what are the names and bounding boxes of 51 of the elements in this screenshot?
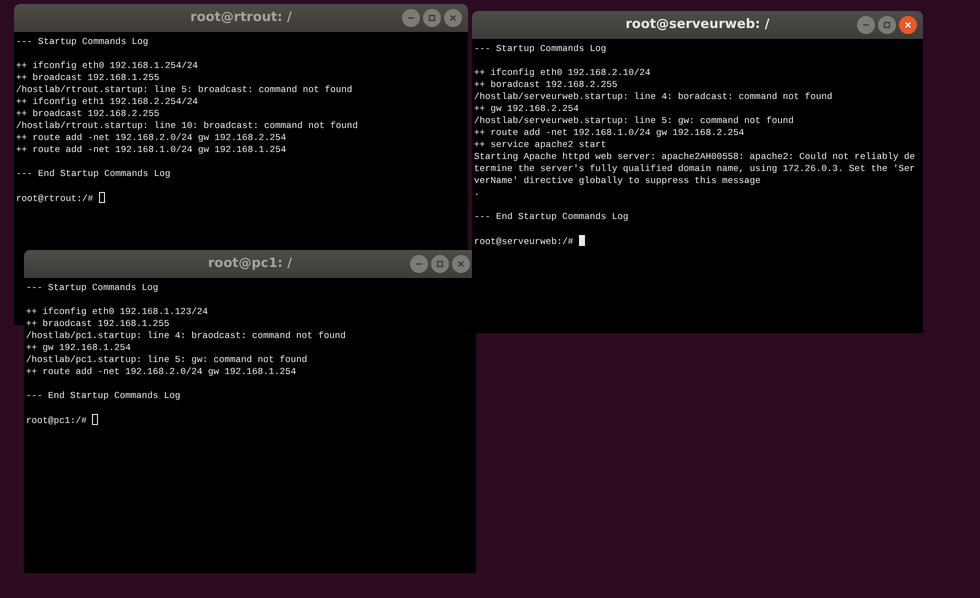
terminal-line: ++ gw 192.168.1.254	[26, 342, 132, 354]
terminal-line: /hostlab/serveurweb.startup: line 4: boradcast: command not found	[474, 91, 834, 103]
title-bar[interactable]: root@serveurweb: /	[472, 11, 923, 39]
terminal-line: ++ broadcast 192.168.1.255	[16, 72, 160, 84]
shell-prompt: root@rtrout:/#	[16, 193, 94, 204]
window-title: root@rtrout: /	[190, 9, 292, 28]
window-title: root@pc1: /	[208, 255, 292, 274]
terminal-line: --- Startup Commands Log	[26, 282, 160, 294]
terminal-line: Starting Apache httpd web server: apache2AH00558: apache2: Could not reliably de	[474, 151, 916, 163]
terminal-line: ++ service apache2 start	[474, 139, 608, 151]
minimize-button[interactable]	[402, 9, 420, 27]
terminal-line: /hostlab/serveurweb.startup: line 5: gw: command not found	[474, 115, 795, 127]
close-icon	[448, 13, 458, 23]
maximize-icon	[882, 20, 892, 30]
terminal-line: ++ gw 192.168.2.254	[474, 103, 580, 115]
terminal-line: /hostlab/pc1.startup: line 4: braodcast: command not found	[26, 330, 347, 342]
minimize-button[interactable]	[857, 16, 875, 34]
terminal-line: ++ route add -net 192.168.1.0/24 gw 192.168.2.254	[474, 127, 746, 139]
terminal-line: ++ route add -net 192.168.1.0/24 gw 192.168.1.254	[16, 144, 288, 156]
terminal-line: /hostlab/rtrout.startup: line 5: broadcast: command not found	[16, 84, 354, 96]
terminal-line: --- End Startup Commands Log	[16, 168, 172, 180]
terminal-line: --- End Startup Commands Log	[474, 211, 630, 223]
terminal-line: ++ broadcast 192.168.2.255	[16, 108, 160, 120]
terminal-line: .	[474, 187, 481, 199]
terminal-line: ++ ifconfig eth0 192.168.1.254/24	[16, 60, 199, 72]
terminal-line: ++ ifconfig eth1 192.168.2.254/24	[16, 96, 199, 108]
terminal-line: ++ route add -net 192.168.2.0/24 gw 192.168.2.254	[16, 132, 288, 144]
close-icon	[456, 259, 466, 269]
terminal-line: ++ ifconfig eth0 192.168.1.123/24	[26, 306, 209, 318]
close-button[interactable]	[899, 16, 917, 34]
shell-prompt: root@serveurweb:/#	[474, 236, 574, 247]
maximize-icon	[427, 13, 437, 23]
maximize-button[interactable]	[431, 255, 449, 273]
close-icon	[903, 20, 913, 30]
terminal-line: /hostlab/rtrout.startup: line 10: broadcast: command not found	[16, 120, 359, 132]
maximize-icon	[435, 259, 445, 269]
terminal-line: ++ ifconfig eth0 192.168.2.10/24	[474, 67, 652, 79]
maximize-button[interactable]	[423, 9, 441, 27]
minimize-button[interactable]	[410, 255, 428, 273]
terminal-line: ++ route add -net 192.168.2.0/24 gw 192.168.1.254	[26, 366, 298, 378]
terminal-line: /hostlab/pc1.startup: line 5: gw: command not found	[26, 354, 308, 366]
terminal-line: --- Startup Commands Log	[474, 43, 608, 55]
title-bar[interactable]: root@rtrout: /	[14, 4, 468, 32]
terminal-line: ++ braodcast 192.168.1.255	[26, 318, 170, 330]
terminal-line: --- End Startup Commands Log	[26, 390, 182, 402]
window-title: root@serveurweb: /	[625, 16, 770, 34]
terminal-line: termine the server's fully qualified domain name, using 172.26.0.3. Set the 'Ser	[474, 163, 916, 175]
shell-prompt: root@pc1:/#	[26, 415, 88, 426]
terminal-line: verName' directive globally to suppress this message	[474, 175, 762, 187]
terminal-line: --- Startup Commands Log	[16, 36, 150, 48]
terminal-line: ++ boradcast 192.168.2.255	[474, 79, 618, 91]
